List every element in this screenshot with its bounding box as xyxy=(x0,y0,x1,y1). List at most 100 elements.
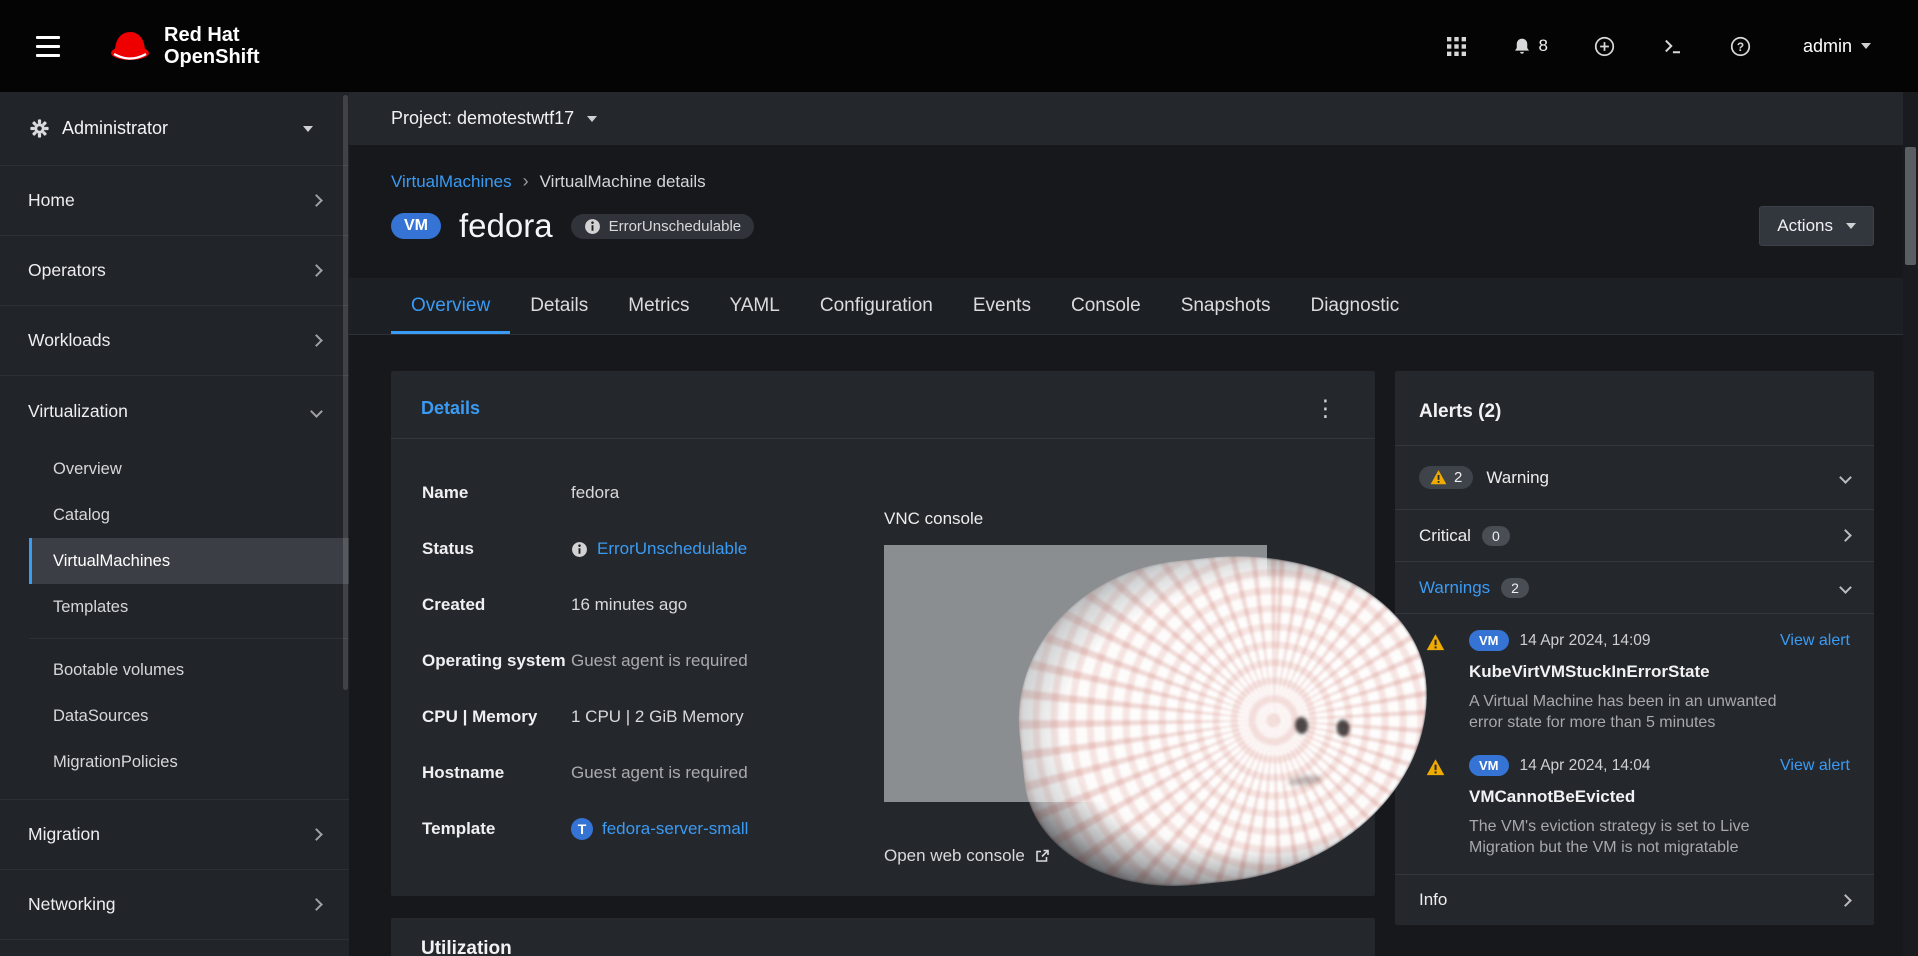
cli-terminal-button[interactable] xyxy=(1661,36,1684,56)
sidebar-item-virt-overview[interactable]: Overview xyxy=(29,446,349,492)
kebab-menu-icon[interactable]: ⋮ xyxy=(1306,397,1345,420)
sidebar-group-virtualization: Virtualization Overview Catalog VirtualM… xyxy=(0,376,349,800)
tab-diagnostic[interactable]: Diagnostic xyxy=(1290,278,1419,334)
alerts-warning-summary-row[interactable]: 2 Warning xyxy=(1395,446,1874,510)
plus-circle-icon xyxy=(1594,36,1615,57)
quick-create-button[interactable] xyxy=(1594,36,1615,57)
sidebar-item-workloads[interactable]: Workloads xyxy=(0,306,349,376)
status-link[interactable]: ErrorUnschedulable xyxy=(597,539,747,559)
masthead: Red Hat OpenShift 8 xyxy=(0,0,1918,92)
tab-events[interactable]: Events xyxy=(953,278,1051,334)
question-circle-icon: ? xyxy=(1730,36,1751,57)
chevron-right-icon xyxy=(310,898,323,911)
gear-icon xyxy=(30,119,49,138)
help-button[interactable]: ? xyxy=(1730,36,1751,57)
brand-line2: OpenShift xyxy=(164,46,260,68)
sidebar-item-home[interactable]: Home xyxy=(0,166,349,236)
group-count-badge: 0 xyxy=(1482,526,1510,546)
utilization-title: Utilization xyxy=(391,918,1375,956)
chevron-right-icon xyxy=(310,828,323,841)
status-badge[interactable]: ErrorUnschedulable xyxy=(571,214,755,239)
field-label: Hostname xyxy=(422,763,571,783)
field-label: Template xyxy=(422,819,571,839)
alerts-group-warnings[interactable]: Warnings 2 xyxy=(1395,562,1874,614)
template-link[interactable]: fedora-server-small xyxy=(602,819,748,839)
tab-configuration[interactable]: Configuration xyxy=(800,278,953,334)
virtualization-subnav: Overview Catalog VirtualMachines Templat… xyxy=(29,446,349,785)
alert-icon-col xyxy=(1426,630,1469,733)
sidebar-item-virtualmachines[interactable]: VirtualMachines xyxy=(29,538,349,584)
warning-count-pill: 2 xyxy=(1419,466,1473,489)
sidebar-item-templates[interactable]: Templates xyxy=(29,584,349,630)
nav-label: DataSources xyxy=(53,707,148,726)
tab-console[interactable]: Console xyxy=(1051,278,1161,334)
username: admin xyxy=(1803,36,1852,57)
chevron-right-icon xyxy=(310,264,323,277)
template-kind-badge: T xyxy=(571,818,593,840)
sidebar-scrollbar[interactable] xyxy=(343,95,348,690)
sidebar-item-catalog[interactable]: Catalog xyxy=(29,492,349,538)
subnav-divider xyxy=(29,638,349,639)
sidebar-item-bootable-volumes[interactable]: Bootable volumes xyxy=(29,647,349,693)
details-fields: Name fedora Status xyxy=(422,465,884,866)
sidebar-item-operators[interactable]: Operators xyxy=(0,236,349,306)
main-scrollbar[interactable] xyxy=(1903,92,1918,956)
field-label: Status xyxy=(422,539,571,559)
project-selector[interactable]: Project: demotestwtf17 xyxy=(349,92,1918,145)
user-menu[interactable]: admin xyxy=(1803,36,1871,57)
info-circle-icon xyxy=(571,541,588,558)
details-title-link[interactable]: Details xyxy=(421,398,480,419)
overlay-mouth xyxy=(1288,774,1323,787)
chevron-right-icon xyxy=(310,194,323,207)
alert-item: VM 14 Apr 2024, 14:04 View alert VMCanno… xyxy=(1395,739,1874,864)
vm-kind-badge: VM xyxy=(1469,755,1509,776)
sidebar-item-networking[interactable]: Networking xyxy=(0,870,349,940)
open-web-console-link[interactable]: Open web console xyxy=(884,846,1050,866)
notifications-button[interactable]: 8 xyxy=(1512,36,1548,57)
breadcrumb-virtualmachines-link[interactable]: VirtualMachines xyxy=(391,172,512,192)
tab-yaml[interactable]: YAML xyxy=(710,278,800,334)
tab-details[interactable]: Details xyxy=(510,278,608,334)
warning-triangle-icon xyxy=(1430,469,1447,486)
scrollbar-thumb[interactable] xyxy=(1905,147,1916,265)
sidebar-item-datasources[interactable]: DataSources xyxy=(29,693,349,739)
alert-description: The VM's eviction strategy is set to Liv… xyxy=(1469,816,1784,858)
field-label: Name xyxy=(422,483,571,503)
field-value: 1 CPU | 2 GiB Memory xyxy=(571,707,744,727)
nav-toggle-icon[interactable] xyxy=(26,26,70,67)
chevron-down-icon xyxy=(1839,581,1852,594)
alerts-title: Alerts (2) xyxy=(1395,371,1874,446)
sidebar-item-virtualization[interactable]: Virtualization xyxy=(0,376,349,446)
perspective-switcher[interactable]: Administrator xyxy=(0,92,349,166)
vnc-console-label: VNC console xyxy=(884,509,1345,529)
chevron-right-icon xyxy=(310,334,323,347)
tab-overview[interactable]: Overview xyxy=(391,278,510,334)
app-body: Administrator Home Operators Workloads V… xyxy=(0,92,1918,956)
sidebar: Administrator Home Operators Workloads V… xyxy=(0,92,349,956)
field-row-hostname: Hostname Guest agent is required xyxy=(422,745,884,801)
alerts-group-critical[interactable]: Critical 0 xyxy=(1395,510,1874,562)
tab-metrics[interactable]: Metrics xyxy=(608,278,709,334)
chevron-down-icon xyxy=(310,405,323,418)
group-label: Info xyxy=(1419,890,1447,910)
sidebar-item-migration[interactable]: Migration xyxy=(0,800,349,870)
warning-summary-label: Warning xyxy=(1486,468,1549,488)
brand-logo[interactable]: Red Hat OpenShift xyxy=(108,24,260,68)
actions-button[interactable]: Actions xyxy=(1759,206,1874,246)
brand-line1: Red Hat xyxy=(164,24,260,46)
sidebar-item-migrationpolicies[interactable]: MigrationPolicies xyxy=(29,739,349,785)
view-alert-link[interactable]: View alert xyxy=(1780,632,1850,650)
nav-label: VirtualMachines xyxy=(53,552,170,571)
alerts-group-info[interactable]: Info xyxy=(1395,874,1874,925)
apps-launcher-button[interactable] xyxy=(1447,37,1466,56)
field-row-template: Template T fedora-server-small xyxy=(422,801,884,857)
view-alert-link[interactable]: View alert xyxy=(1780,757,1850,775)
field-value-status: ErrorUnschedulable xyxy=(571,539,747,559)
caret-down-icon xyxy=(1861,43,1871,49)
nav-label: Migration xyxy=(28,824,100,845)
terminal-icon xyxy=(1661,36,1684,56)
tab-snapshots[interactable]: Snapshots xyxy=(1161,278,1291,334)
chevron-right-icon xyxy=(1839,894,1852,907)
field-value: 16 minutes ago xyxy=(571,595,687,615)
page-header: VM fedora ErrorUnschedulable Actions xyxy=(391,206,1874,246)
